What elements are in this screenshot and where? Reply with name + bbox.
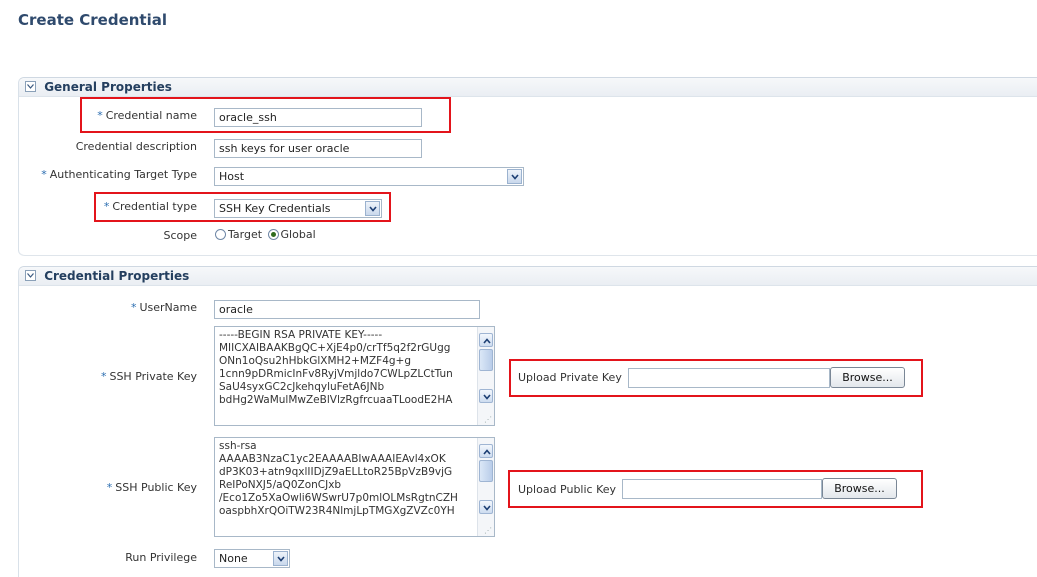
upload-public-key-file-input[interactable]	[622, 479, 822, 499]
chevron-down-icon[interactable]	[273, 551, 288, 566]
private-key-line: -----BEGIN RSA PRIVATE KEY-----	[219, 329, 383, 341]
browse-public-key-button[interactable]: Browse...	[822, 478, 897, 499]
required-star-icon: *	[106, 481, 113, 494]
ssh-public-key-label: * SSH Public Key	[106, 481, 197, 494]
public-key-line: ReIPoNXJ5/aQ0ZonCJxb	[219, 479, 342, 491]
scroll-thumb[interactable]	[479, 349, 493, 371]
scope-target-radio[interactable]	[215, 228, 226, 240]
required-star-icon: *	[41, 168, 47, 181]
run-privilege-value: None	[219, 552, 248, 565]
scope-global-label[interactable]: Global	[281, 228, 316, 241]
credential-description-input[interactable]: ssh keys for user oracle	[214, 139, 422, 158]
scope-target-label[interactable]: Target	[228, 228, 262, 241]
general-properties-header[interactable]: General Properties	[19, 78, 1037, 97]
authenticating-target-type-label: * Authenticating Target Type	[41, 168, 197, 181]
scroll-thumb[interactable]	[479, 460, 493, 482]
run-privilege-select[interactable]: None	[214, 549, 290, 568]
private-key-line: 1cnn9pDRmicInFv8RyjVmjldo7CWLpZLCtTun	[219, 368, 453, 380]
public-key-line: AAAAB3NzaC1yc2EAAAABIwAAAIEAvl4xOK	[219, 453, 446, 465]
required-star-icon: *	[130, 301, 137, 314]
scroll-down-icon[interactable]	[479, 500, 493, 514]
private-key-line: bdHg2WaMulMwZeBlVlzRgfrcuaaTLoodE2HA	[219, 394, 453, 406]
collapse-toggle-icon[interactable]	[25, 81, 36, 92]
page-title: Create Credential	[18, 11, 168, 29]
resize-grip-icon[interactable]: ⋰	[484, 416, 492, 424]
username-input[interactable]: oracle	[214, 300, 480, 319]
chevron-down-icon[interactable]	[507, 169, 522, 184]
authenticating-target-type-select[interactable]: Host	[214, 167, 524, 186]
credential-type-highlight	[94, 192, 391, 222]
private-key-scrollbar[interactable]: ⋰	[477, 327, 494, 425]
upload-private-key-label: Upload Private Key	[518, 371, 622, 384]
run-privilege-label: Run Privilege	[125, 551, 197, 564]
credential-properties-title: Credential Properties	[44, 269, 190, 283]
ssh-private-key-textarea[interactable]: -----BEGIN RSA PRIVATE KEY----- MIICXAIB…	[214, 326, 495, 426]
private-key-line: SaU4syxGC2cJkehqyluFetA6JNb	[219, 381, 385, 393]
private-key-line: ONn1oQsu2hHbkGlXMH2+MZF4g+g	[219, 355, 412, 367]
username-label: * UserName	[130, 301, 197, 314]
upload-public-key-label: Upload Public Key	[518, 483, 617, 496]
public-key-line: oaspbhXrQOiTW23R4NlmjLpTMGXgZVZc0YH	[219, 505, 455, 517]
upload-private-key-file-input[interactable]	[628, 368, 830, 388]
collapse-toggle-icon[interactable]	[25, 270, 36, 281]
public-key-line: ssh-rsa	[219, 440, 257, 452]
public-key-scrollbar[interactable]: ⋰	[477, 438, 494, 536]
scroll-down-icon[interactable]	[479, 389, 493, 403]
ssh-public-key-textarea[interactable]: ssh-rsa AAAAB3NzaC1yc2EAAAABIwAAAIEAvl4x…	[214, 437, 495, 537]
scope-global-radio[interactable]	[267, 228, 279, 240]
resize-grip-icon[interactable]: ⋰	[484, 527, 492, 535]
scope-radio-group: Target Global	[215, 228, 316, 241]
required-star-icon: *	[100, 370, 107, 383]
ssh-private-key-label: * SSH Private Key	[100, 370, 197, 383]
authenticating-target-type-value: Host	[219, 170, 245, 183]
credential-name-highlight	[80, 97, 451, 133]
public-key-line: /Eco1Zo5XaOwli6WSwrU7p0mlOLMsRgtnCZH	[219, 492, 458, 504]
general-properties-title: General Properties	[44, 80, 172, 94]
scope-label: Scope	[163, 229, 197, 242]
credential-properties-header[interactable]: Credential Properties	[19, 267, 1037, 286]
private-key-line: MIICXAIBAAKBgQC+XjE4p0/crTf5q2f2rGUgg	[219, 342, 451, 354]
public-key-line: dP3K03+atn9qxlIIDjZ9aELLtoR25BpVzB9vjG	[219, 466, 453, 478]
credential-description-label: Credential description	[75, 140, 197, 153]
scroll-up-icon[interactable]	[479, 333, 493, 347]
scroll-up-icon[interactable]	[479, 444, 493, 458]
browse-private-key-button[interactable]: Browse...	[830, 367, 905, 388]
